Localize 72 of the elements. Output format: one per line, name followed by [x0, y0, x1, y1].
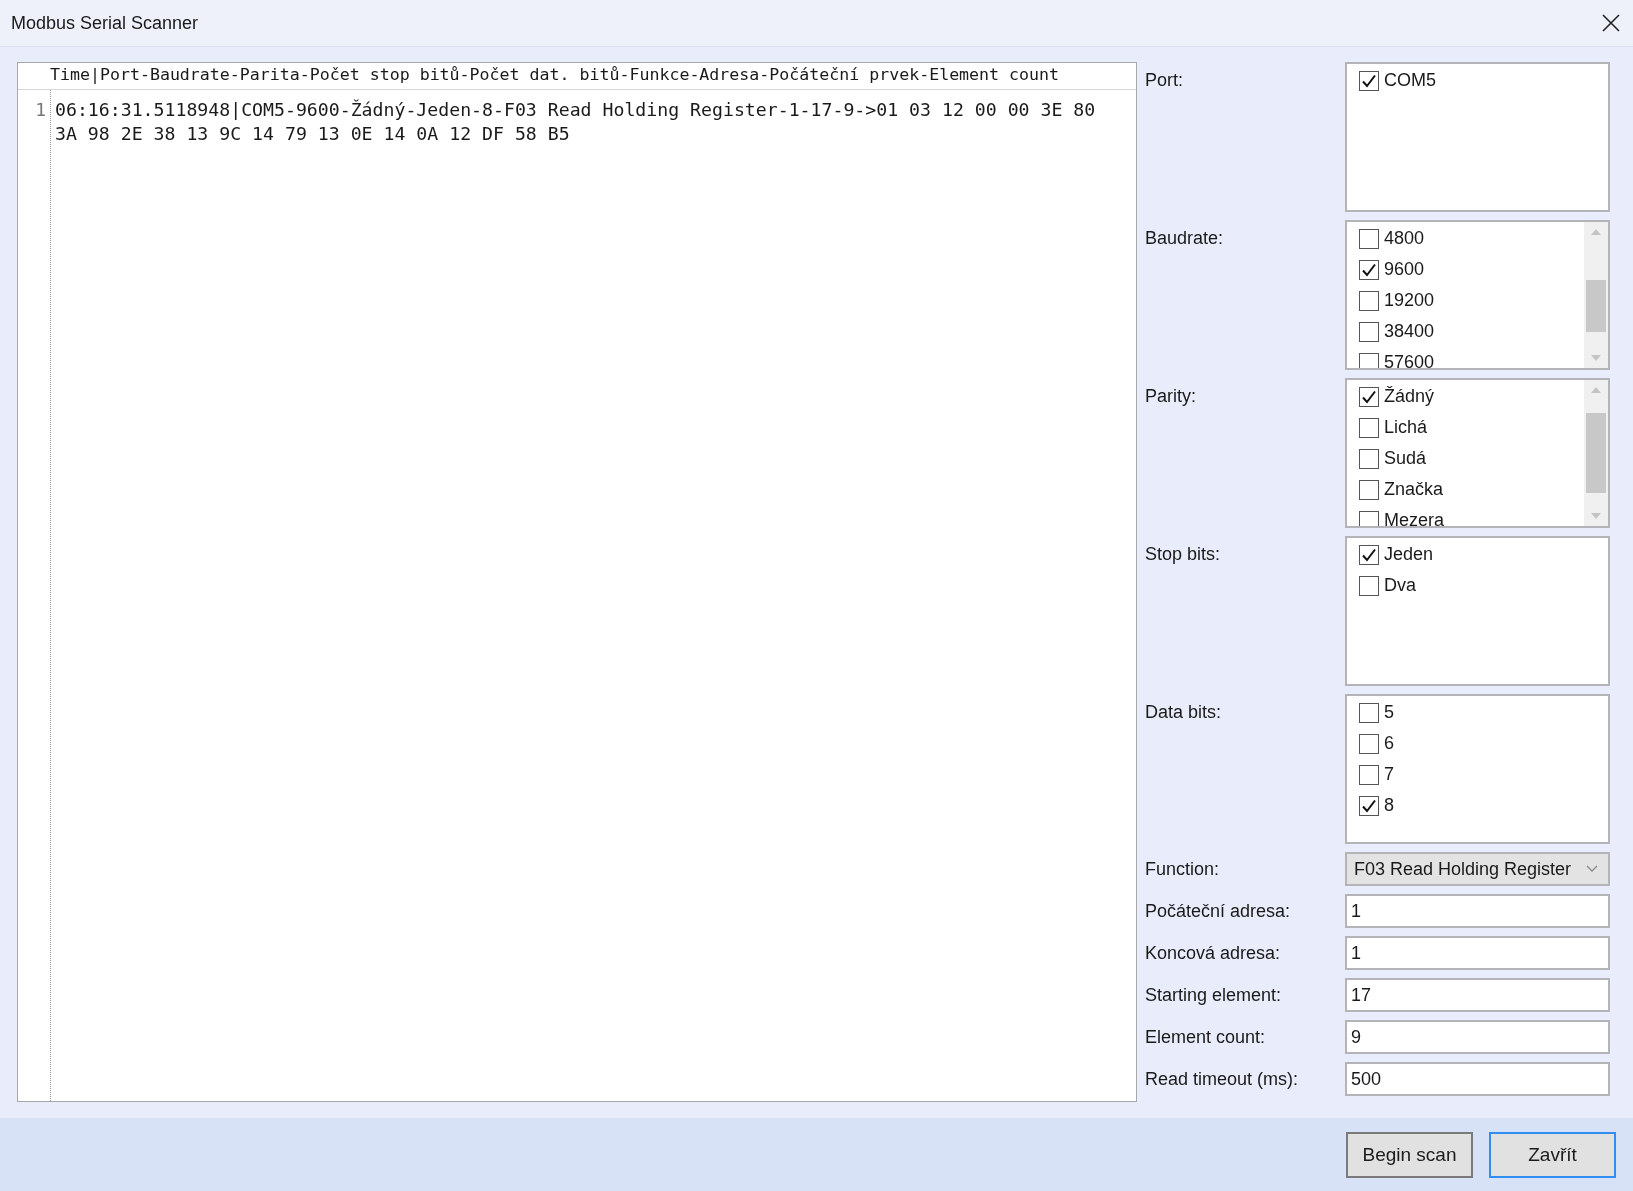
input-field[interactable]: 500: [1345, 1062, 1610, 1096]
option-label: 19200: [1384, 290, 1435, 311]
field-label: Data bits:: [1145, 701, 1223, 724]
field-label: Element count:: [1145, 1026, 1267, 1049]
scroll-up-icon: [1590, 228, 1602, 236]
close-icon[interactable]: [1601, 13, 1621, 33]
option-label: Jeden: [1384, 544, 1434, 565]
checkbox[interactable]: [1359, 448, 1379, 469]
option-label: Dva: [1384, 575, 1416, 596]
scrollbar-thumb[interactable]: [1586, 413, 1606, 493]
line-number: 1: [34, 98, 46, 122]
checkmark-icon: [1361, 388, 1377, 405]
checkmark-icon: [1361, 261, 1377, 278]
checkbox[interactable]: [1359, 259, 1379, 280]
field-label: Počáteční adresa:: [1145, 900, 1292, 923]
checkbox[interactable]: [1359, 764, 1379, 785]
option-label: 7: [1384, 764, 1394, 785]
log-line: 06:16:31.5118948|COM5-9600-Žádný-Jeden-8-F03 Read Holding Register-1-17-9->01 03 12 00 00 3E 80 3A 98 2E 38 13 9C 14 79 13 0E 14 0A 12 DF 58 B5: [55, 98, 1097, 146]
option-label: 57600: [1384, 352, 1435, 368]
field-label: Stop bits:: [1145, 543, 1222, 566]
field-label: Parity:: [1145, 385, 1197, 408]
option-label: Mezera: [1384, 510, 1445, 526]
chevron-down-icon: [1586, 865, 1598, 873]
checkbox[interactable]: [1359, 417, 1379, 438]
input-field[interactable]: 17: [1345, 978, 1610, 1012]
log-column-header: Time|Port-Baudrate-Parita-Počet stop bitů-Počet dat. bitů-Funkce-Adresa-Počáteční prvek-Element count: [18, 63, 1136, 90]
option-label: COM5: [1384, 70, 1436, 91]
field-label: Baudrate:: [1145, 227, 1225, 250]
checkbox[interactable]: [1359, 321, 1379, 342]
scrollbar-thumb[interactable]: [1586, 280, 1606, 332]
option-label: 9600: [1384, 259, 1425, 280]
checkbox[interactable]: [1359, 352, 1379, 368]
option-label: Značka: [1384, 479, 1444, 500]
field-label: Read timeout (ms):: [1145, 1068, 1300, 1091]
checkbox[interactable]: [1359, 702, 1379, 723]
field-label: Koncová adresa:: [1145, 942, 1282, 965]
dialog-button[interactable]: Begin scan: [1346, 1131, 1473, 1178]
input-field[interactable]: 1: [1345, 936, 1610, 970]
checkbox[interactable]: [1359, 575, 1379, 596]
option-label: 8: [1384, 795, 1394, 816]
checkbox[interactable]: [1359, 733, 1379, 754]
input-field[interactable]: 1: [1345, 894, 1610, 928]
option-label: 5: [1384, 702, 1394, 723]
checkmark-icon: [1361, 797, 1377, 814]
checkbox[interactable]: [1359, 386, 1379, 407]
scroll-down-icon: [1590, 354, 1602, 362]
scroll-down-icon: [1590, 512, 1602, 520]
option-label: Žádný: [1384, 386, 1435, 407]
dialog-button[interactable]: Zavřít: [1489, 1131, 1616, 1178]
checkbox[interactable]: [1359, 70, 1379, 91]
window-title: Modbus Serial Scanner: [11, 12, 199, 34]
option-label: Sudá: [1384, 448, 1427, 469]
checkmark-icon: [1361, 72, 1377, 89]
field-label: Function:: [1145, 858, 1221, 881]
checkbox[interactable]: [1359, 544, 1379, 565]
field-label: Port:: [1145, 69, 1184, 92]
option-label: 6: [1384, 733, 1394, 754]
input-field[interactable]: 9: [1345, 1020, 1610, 1054]
checkbox[interactable]: [1359, 510, 1379, 526]
checkbox[interactable]: [1359, 795, 1379, 816]
scrollbar[interactable]: [1584, 380, 1608, 526]
option-label: 4800: [1384, 228, 1425, 249]
option-label: 38400: [1384, 321, 1435, 342]
option-label: Lichá: [1384, 417, 1428, 438]
scroll-up-icon: [1590, 386, 1602, 394]
checkbox[interactable]: [1359, 479, 1379, 500]
function-dropdown[interactable]: F03 Read Holding Register: [1345, 852, 1610, 886]
scrollbar[interactable]: [1584, 222, 1608, 368]
checkmark-icon: [1361, 546, 1377, 563]
field-label: Starting element:: [1145, 984, 1283, 1007]
checkbox[interactable]: [1359, 228, 1379, 249]
checkbox[interactable]: [1359, 290, 1379, 311]
